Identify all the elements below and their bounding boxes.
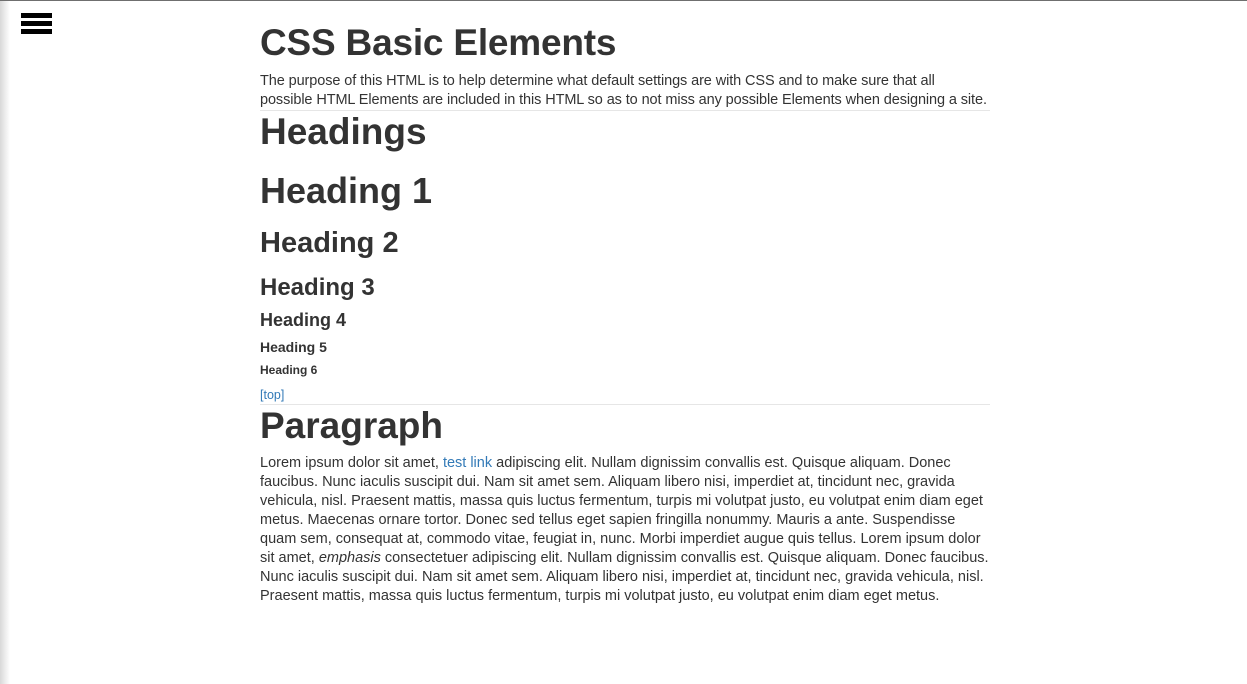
hamburger-menu-icon	[21, 13, 52, 18]
hamburger-menu-icon-bar	[21, 21, 52, 26]
page-title: CSS Basic Elements	[260, 22, 617, 63]
heading-5-sample: Heading 5	[260, 339, 327, 355]
paragraph-text-start: Lorem ipsum dolor sit amet,	[260, 455, 443, 471]
hamburger-menu-button[interactable]	[21, 13, 53, 39]
heading-2-sample: Heading 2	[260, 227, 399, 259]
heading-1-sample: Heading 1	[260, 170, 433, 211]
hamburger-menu-icon-bar	[21, 29, 52, 34]
left-edge-shadow	[0, 1, 10, 684]
heading-3-sample: Heading 3	[260, 274, 375, 301]
intro-text: The purpose of this HTML is to help dete…	[260, 73, 987, 108]
main-content: CSS Basic Elements The purpose of this H…	[260, 1, 990, 606]
back-to-top-link[interactable]: [top]	[260, 387, 284, 403]
headings-section-title: Headings	[260, 111, 427, 152]
test-link[interactable]: test link	[443, 455, 492, 471]
heading-6-sample: Heading 6	[260, 363, 318, 377]
emphasis-text: emphasis	[318, 550, 381, 566]
paragraph-text: Lorem ipsum dolor sit amet, test link ad…	[260, 454, 990, 606]
paragraph-section-title: Paragraph	[260, 405, 444, 446]
heading-4-sample: Heading 4	[260, 310, 347, 330]
